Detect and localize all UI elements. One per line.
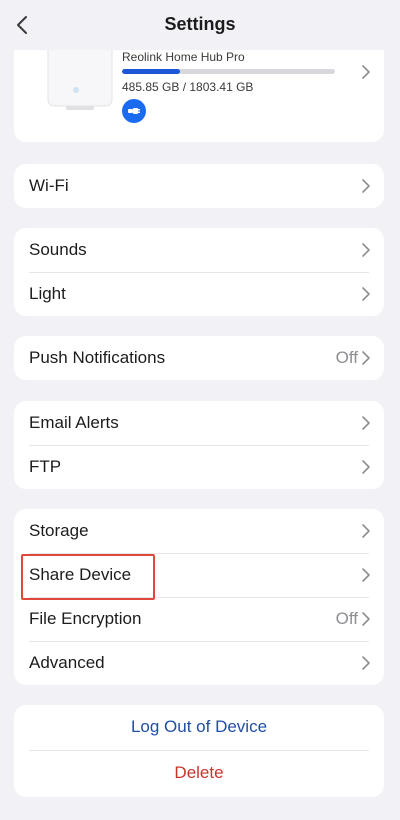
light-row[interactable]: Light [14,272,384,316]
wifi-group: Wi-Fi [14,164,384,208]
share-device-label: Share Device [29,565,132,584]
log-out-label: Log Out of Device [130,717,268,736]
chevron-right-icon [362,416,370,430]
alerts-group: Email Alerts FTP [14,401,384,489]
storage-bar-fill [122,69,180,74]
chevron-right-icon [362,65,370,79]
wifi-row[interactable]: Wi-Fi [14,164,384,208]
sounds-row[interactable]: Sounds [14,228,384,272]
nav-header: Settings [0,0,400,50]
chevron-right-icon [362,460,370,474]
file-encryption-row[interactable]: File Encryption Off [14,597,384,641]
advanced-label: Advanced [29,653,105,672]
delete-label: Delete [174,763,224,782]
actions-group: Log Out of Device Delete [14,705,384,797]
chevron-right-icon [362,568,370,582]
storage-usage-text: 485.85 GB / 1803.41 GB [122,80,254,94]
push-notifications-label: Push Notifications [29,348,166,367]
share-device-row[interactable]: Share Device [14,553,384,597]
advanced-row[interactable]: Advanced [14,641,384,685]
chevron-right-icon [362,524,370,538]
storage-label: Storage [29,521,89,540]
email-alerts-row[interactable]: Email Alerts [14,401,384,445]
device-name: Reolink Home Hub Pro [122,50,245,64]
chevron-right-icon [362,656,370,670]
sound-light-group: Sounds Light [14,228,384,316]
log-out-button[interactable]: Log Out of Device [14,705,384,749]
chevron-right-icon [362,287,370,301]
ftp-label: FTP [29,457,62,476]
hub-badge [122,99,146,123]
chevron-right-icon [362,179,370,193]
storage-bar [122,69,335,74]
chevron-right-icon [362,243,370,257]
file-encryption-label: File Encryption [29,609,142,628]
chevron-right-icon [362,612,370,626]
light-label: Light [29,284,66,303]
push-notifications-value: Off [335,348,358,367]
device-options-group: Storage Share Device File Encryption Off… [14,509,384,685]
email-alerts-label: Email Alerts [29,413,119,432]
storage-row[interactable]: Storage [14,509,384,553]
page-title: Settings [164,14,236,34]
wifi-label: Wi-Fi [29,176,69,195]
sounds-label: Sounds [29,240,87,259]
ftp-row[interactable]: FTP [14,445,384,489]
chevron-right-icon [362,351,370,365]
hub-connection-icon [128,108,140,114]
delete-button[interactable]: Delete [14,751,384,795]
file-encryption-value: Off [335,609,358,628]
push-notifications-row[interactable]: Push Notifications Off [14,336,384,380]
push-group: Push Notifications Off [14,336,384,380]
